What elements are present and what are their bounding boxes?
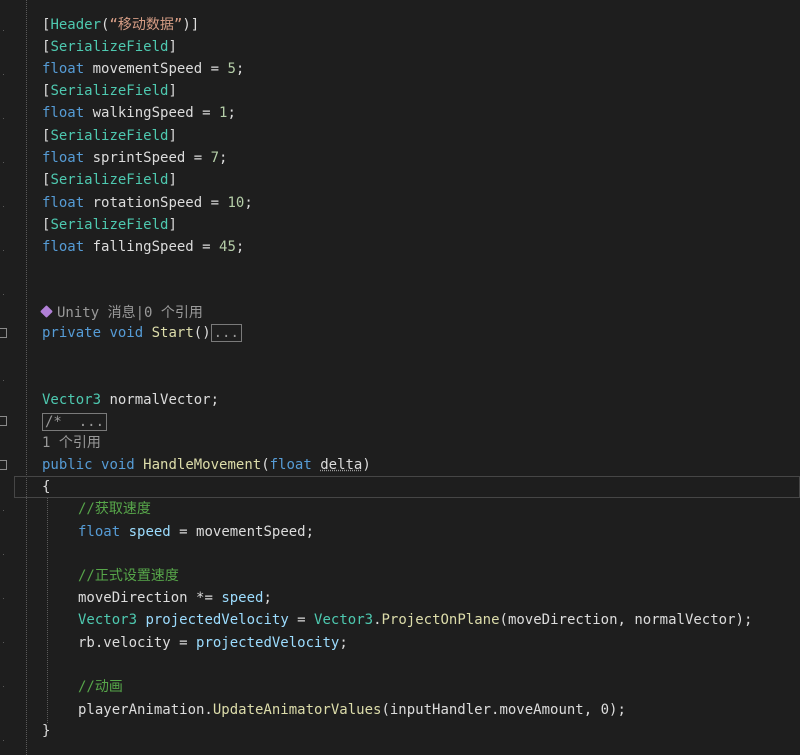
code-line: Vector3 projectedVelocity = Vector3.Proj… xyxy=(78,612,753,628)
code-line: public void HandleMovement(float delta) xyxy=(42,457,371,473)
indent-guide-method xyxy=(47,498,48,723)
code-line: playerAnimation.UpdateAnimatorValues(inp… xyxy=(78,702,626,718)
code-line: [SerializeField] xyxy=(42,172,177,188)
code-line: float sprintSpeed = 7; xyxy=(42,150,228,166)
code-line: rb.velocity = projectedVelocity; xyxy=(78,635,348,651)
code-line: [SerializeField] xyxy=(42,217,177,233)
unity-cube-icon xyxy=(40,305,53,318)
code-line: float rotationSpeed = 10; xyxy=(42,195,253,211)
code-editor[interactable]: [Header(“移动数据”)] [SerializeField] float … xyxy=(0,0,800,755)
code-line: float fallingSpeed = 45; xyxy=(42,239,245,255)
current-line-highlight xyxy=(14,476,800,498)
collapsed-block-button[interactable]: ... xyxy=(210,324,242,342)
codelens-handle[interactable]: 1 个引用 xyxy=(42,432,101,454)
code-line: float speed = movementSpeed; xyxy=(78,524,315,540)
code-line: } xyxy=(42,723,51,739)
fold-start-icon[interactable] xyxy=(0,328,7,338)
code-line: //获取速度 xyxy=(78,501,151,517)
collapsed-comment-button[interactable]: /* ... xyxy=(42,413,108,431)
fold-handle-icon[interactable] xyxy=(0,460,7,470)
code-line: [SerializeField] xyxy=(42,128,177,144)
code-line: [SerializeField] xyxy=(42,83,177,99)
fold-comment-icon[interactable] xyxy=(0,416,7,426)
code-line: { xyxy=(42,479,51,495)
code-line: [Header(“移动数据”)] xyxy=(42,17,200,33)
code-line: private void Start()... xyxy=(42,322,242,344)
indent-guide xyxy=(26,0,27,755)
code-line: //动画 xyxy=(78,679,123,695)
code-line: //正式设置速度 xyxy=(78,568,179,584)
code-line: moveDirection *= speed; xyxy=(78,590,272,606)
codelens-start[interactable]: Unity 消息|0 个引用 xyxy=(40,302,203,324)
code-line: float walkingSpeed = 1; xyxy=(42,105,236,121)
gutter xyxy=(0,0,14,755)
code-line: /* ... xyxy=(42,411,108,433)
code-line: Vector3 normalVector; xyxy=(42,392,220,408)
code-line: float movementSpeed = 5; xyxy=(42,61,245,77)
code-line: [SerializeField] xyxy=(42,39,177,55)
